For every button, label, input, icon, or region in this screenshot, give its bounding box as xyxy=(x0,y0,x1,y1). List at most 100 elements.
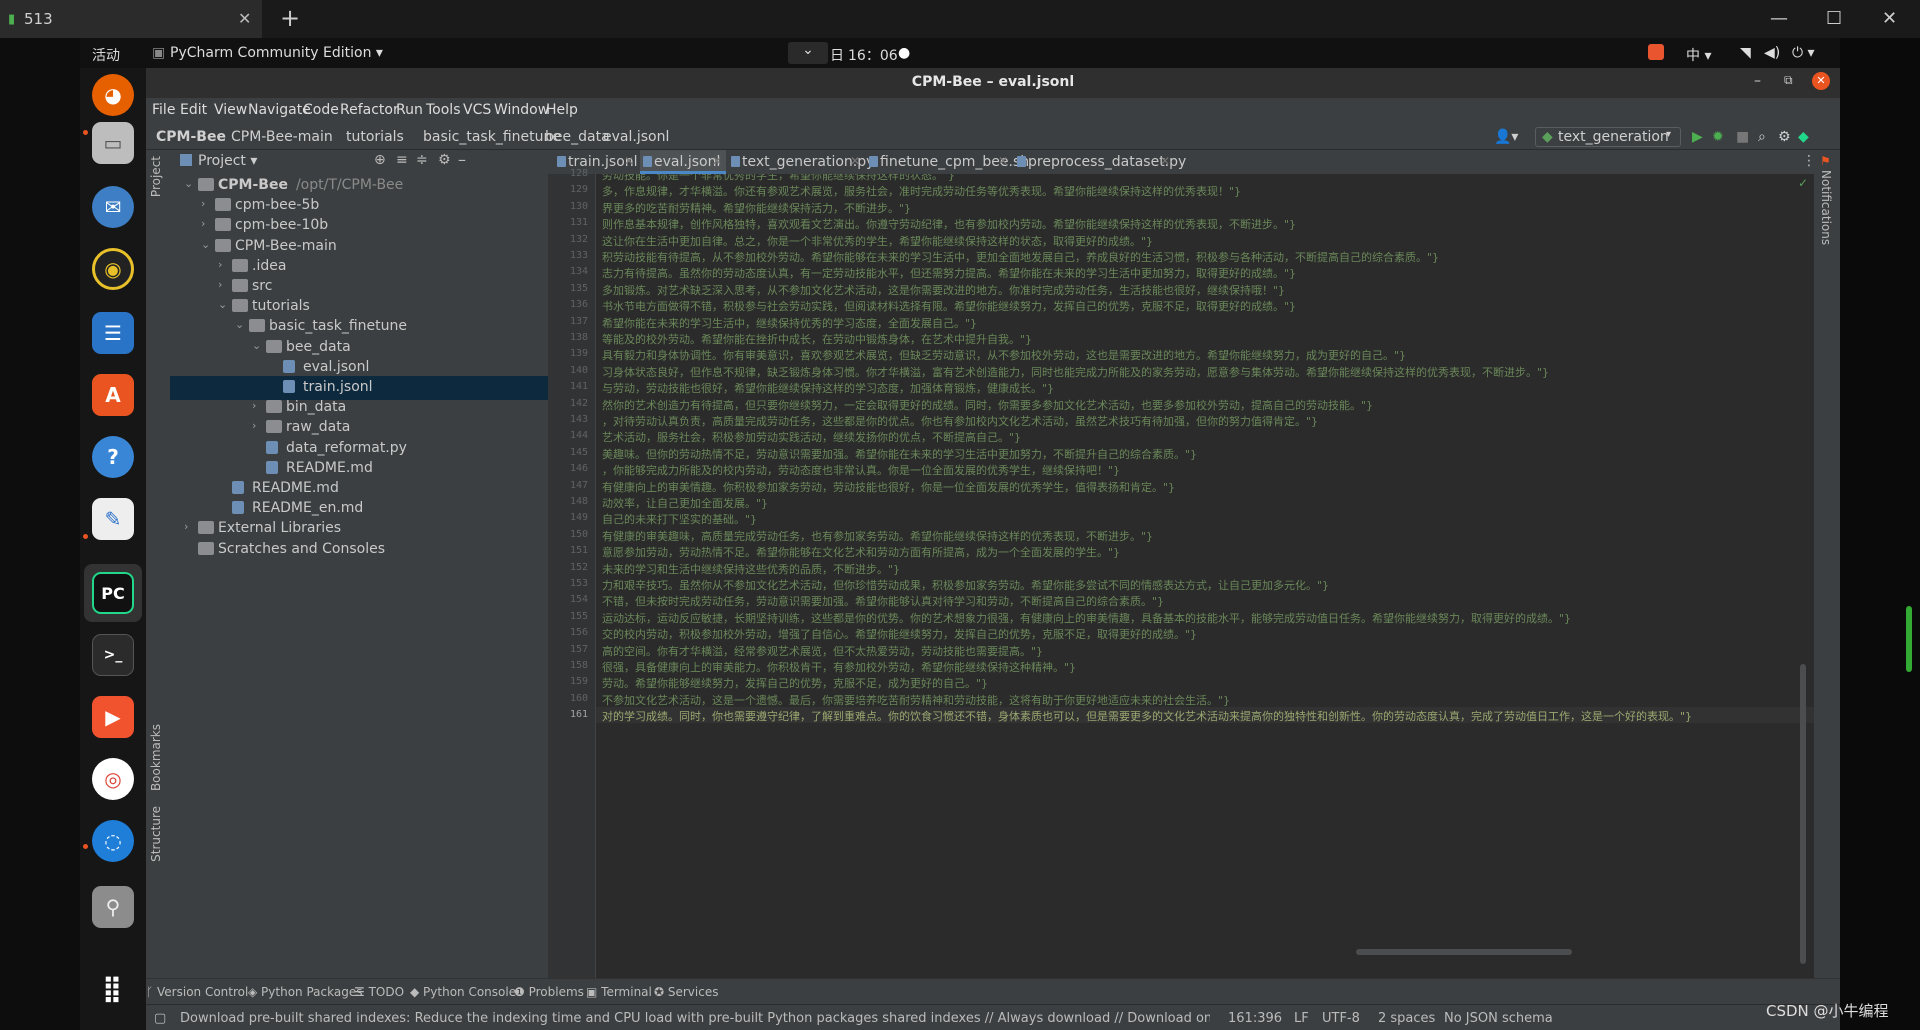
chevron-right-icon[interactable]: › xyxy=(201,217,205,230)
chevron-down-icon[interactable]: ⌄ xyxy=(235,318,244,331)
editor-tab[interactable]: preprocess_dataset.py ✕ xyxy=(1014,150,1186,174)
breadcrumb-item[interactable]: tutorials xyxy=(346,129,404,145)
firefox-icon[interactable]: ◕ xyxy=(92,74,134,116)
thunderbird-icon[interactable]: ✉ xyxy=(92,186,134,228)
chevron-right-icon[interactable]: › xyxy=(201,197,205,210)
code-line[interactable]: 劳动技能。你是一个非常优秀的学生，希望你能继续保持这样的状态。"} xyxy=(602,174,955,183)
menu-code[interactable]: Code xyxy=(303,102,339,118)
code-line[interactable]: 然你的艺术创造力有待提高，但只要你继续努力，一定会取得更好的成绩。同时，你需要多… xyxy=(602,397,1373,413)
json-schema[interactable]: No JSON schema xyxy=(1444,1011,1553,1026)
run-config-selector[interactable]: ◆ text_generation ▾ xyxy=(1535,127,1681,147)
power-icon[interactable]: ⏻ ▾ xyxy=(1792,45,1815,61)
vertical-scrollbar[interactable] xyxy=(1800,664,1806,964)
pycharm-logo-icon[interactable]: ◆ xyxy=(1798,129,1809,145)
code-line[interactable]: 则作息基本规律，创作风格独特，喜欢观看文艺演出。你遵守劳动纪律，也有参加校内劳动… xyxy=(602,216,1296,232)
chevron-down-icon[interactable]: ⌄ xyxy=(184,177,193,190)
menu-tools[interactable]: Tools xyxy=(426,102,461,118)
code-editor[interactable]: ✓ 劳动技能。你是一个非常优秀的学生，希望你能继续保持这样的状态。"} 多，作息规… xyxy=(596,174,1814,978)
activities-button[interactable]: 活动 xyxy=(92,45,120,65)
code-line[interactable]: 对的学习成绩。同时，你也需要遵守纪律，了解到重难点。你的饮食习惯还不错，身体素质… xyxy=(602,708,1692,724)
menu-navigate[interactable]: Navigate xyxy=(248,102,311,118)
status-message[interactable]: Download pre-built shared indexes: Reduc… xyxy=(180,1011,1210,1026)
code-line[interactable]: ，对待劳动认真负责，高质量完成劳动任务，这些都是你的优点。你也有参加校内文化艺术… xyxy=(602,413,1318,429)
bookmarks-tool-tab[interactable]: Bookmarks xyxy=(149,724,163,791)
run-icon[interactable]: ▶ xyxy=(1692,129,1703,145)
search-icon[interactable]: ⌕ xyxy=(1758,129,1766,145)
vcs-user-icon[interactable]: 👤▾ xyxy=(1494,129,1518,145)
hide-panel-icon[interactable]: – xyxy=(458,150,466,169)
menu-window[interactable]: Window xyxy=(494,102,549,118)
close-icon[interactable]: ✕ xyxy=(1812,72,1830,90)
status-toggle-icon[interactable]: ▢ xyxy=(154,1011,166,1026)
code-line[interactable]: 多加锻炼。对艺术缺乏深入思考，从不参加文化艺术活动，这是你需要改进的地方。你准时… xyxy=(602,282,1285,298)
tool-window-todo[interactable]: ☰ TODO xyxy=(354,985,404,999)
menu-view[interactable]: View xyxy=(214,102,247,118)
chevron-right-icon[interactable]: › xyxy=(252,419,256,432)
code-line[interactable]: 自己的未来打下坚实的基础。"} xyxy=(602,511,757,527)
code-line[interactable]: ，你能够完成力所能及的校内劳动，劳动态度也非常认真。你是一位全面发展的优秀学生，… xyxy=(602,462,1120,478)
menu-vcs[interactable]: VCS xyxy=(463,102,491,118)
close-icon[interactable]: ✕ xyxy=(850,154,860,168)
collapse-all-icon[interactable]: ≑ xyxy=(416,152,428,168)
code-line[interactable]: 希望你能在未来的学习生活中，继续保持优秀的学习态度，全面发展自己。"} xyxy=(602,315,977,331)
maximize-window-button[interactable]: ☐ xyxy=(1826,8,1842,29)
clock[interactable]: 16：06 xyxy=(848,45,898,65)
tray-app-icon[interactable] xyxy=(1648,44,1664,60)
close-icon[interactable]: ✕ xyxy=(998,154,1008,168)
breadcrumb-item[interactable]: bee_data xyxy=(545,129,610,145)
code-line[interactable]: 高的空间。你有才华横溢，经常参观艺术展览，但不太热爱劳动，劳动技能也需要提高。"… xyxy=(602,643,1043,659)
code-line[interactable]: 动效率，让自己更加全面发展。"} xyxy=(602,495,768,511)
code-line[interactable]: 劳动。希望你能够继续努力，发挥自己的优势，克服不足，成为更好的自己。"} xyxy=(602,675,988,691)
code-line[interactable]: 交的校内劳动，积极参加校外劳动，增强了自信心。希望你能继续努力，发挥自己的优势，… xyxy=(602,626,1197,642)
input-method-indicator[interactable]: 中 ▾ xyxy=(1686,45,1711,65)
minimize-window-button[interactable]: — xyxy=(1770,8,1788,29)
expand-all-icon[interactable]: ≡ xyxy=(396,152,408,168)
code-line[interactable]: 多，作息规律，才华横溢。你还有参观艺术展览，服务社会，准时完成劳动任务等优秀表现… xyxy=(602,183,1241,199)
code-line[interactable]: 美趣味。但你的劳动热情不足，劳动意识需要加强。希望你能在未来的学习生活中更加努力… xyxy=(602,446,1197,462)
code-line[interactable]: 与劳动，劳动技能也很好，希望你能继续保持这样的学习态度，加强体育锻炼，健康成长。… xyxy=(602,380,1054,396)
tree-item[interactable]: Scratches and Consoles xyxy=(170,538,548,562)
chevron-down-icon[interactable]: ⌄ xyxy=(788,42,828,64)
inspection-ok-icon[interactable]: ✓ xyxy=(1798,176,1808,190)
menu-run[interactable]: Run xyxy=(396,102,423,118)
breadcrumb-item[interactable]: eval.jsonl xyxy=(603,129,669,145)
file-encoding[interactable]: UTF-8 xyxy=(1322,1011,1360,1026)
tool-window-terminal[interactable]: ▣ Terminal xyxy=(586,985,652,999)
terminal-icon[interactable]: >_ xyxy=(92,634,134,676)
gear-icon[interactable]: ⚙ xyxy=(438,152,451,168)
code-line[interactable]: 不参加文化艺术活动，这是一个遗憾。最后，你需要培养吃苦耐劳精神和劳动技能，这将有… xyxy=(602,692,1230,708)
tool-window-services[interactable]: ✪ Services xyxy=(654,985,718,999)
stop-icon[interactable]: ■ xyxy=(1736,129,1749,145)
code-line[interactable]: 有健康的审美趣味，高质量完成劳动任务，也有参加家务劳动。希望你能继续保持这样的优… xyxy=(602,528,1153,544)
code-line[interactable]: 运动达标，运动反应敏捷，长期坚持训练，这些都是你的优势。你的艺术想象力很强，有健… xyxy=(602,610,1571,626)
close-window-button[interactable]: ✕ xyxy=(1882,8,1897,29)
breadcrumb-item[interactable]: CPM-Bee xyxy=(156,129,226,145)
locate-icon[interactable]: ⊕ xyxy=(374,152,386,168)
code-line[interactable]: 意愿参加劳动，劳动热情不足。希望你能够在文化艺术和劳动方面有所提高，成为一个全面… xyxy=(602,544,1120,560)
menu-help[interactable]: Help xyxy=(546,102,578,118)
project-view-selector[interactable]: Project ▾ xyxy=(198,153,257,169)
line-separator[interactable]: LF xyxy=(1294,1011,1309,1026)
chevron-down-icon[interactable]: ⌄ xyxy=(218,298,227,311)
chevron-right-icon[interactable]: › xyxy=(218,278,222,291)
code-line[interactable]: 等能及的校外劳动。希望你能在挫折中成长，在劳动中锻炼身体，在艺术中提升自我。"} xyxy=(602,331,1032,347)
project-tool-tab[interactable]: Project xyxy=(149,156,163,197)
rhythmbox-icon[interactable]: ◉ xyxy=(92,248,134,290)
wifi-icon[interactable]: ◥ xyxy=(1740,45,1751,61)
debug-icon[interactable]: ✹ xyxy=(1712,129,1724,145)
tool-window-version-control[interactable]: ᚴ Version Control xyxy=(146,985,248,999)
chevron-right-icon[interactable]: › xyxy=(184,520,188,533)
caret-position[interactable]: 161:396 xyxy=(1228,1011,1282,1026)
menu-refactor[interactable]: Refactor xyxy=(340,102,399,118)
minimize-icon[interactable]: – xyxy=(1754,73,1761,89)
sync-app-icon[interactable]: ◌ xyxy=(92,820,134,862)
editor-tab[interactable]: finetune_cpm_bee.sh ✕ xyxy=(866,150,1029,174)
code-line[interactable]: 书水节电方面做得不错，积极参与社会劳动实践，但阅读材料选择有限。希望你能继续努力… xyxy=(602,298,1296,314)
code-line[interactable]: 具有毅力和身体协调性。你有审美意识，喜欢参观艺术展览，但缺乏劳动意识，从不参加校… xyxy=(602,347,1406,363)
files-icon[interactable]: ▭ xyxy=(92,122,134,164)
code-line[interactable]: 不错，但未按时完成劳动任务，劳动意识需要加强。希望你能够认真对待学习和劳动，不断… xyxy=(602,593,1164,609)
indent-setting[interactable]: 2 spaces xyxy=(1378,1011,1435,1026)
menu-file[interactable]: File xyxy=(152,102,175,118)
code-line[interactable]: 未来的学习和生活中继续保持这些优秀的品质，不断进步。"} xyxy=(602,561,900,577)
breadcrumb-item[interactable]: CPM-Bee-main xyxy=(231,129,333,145)
